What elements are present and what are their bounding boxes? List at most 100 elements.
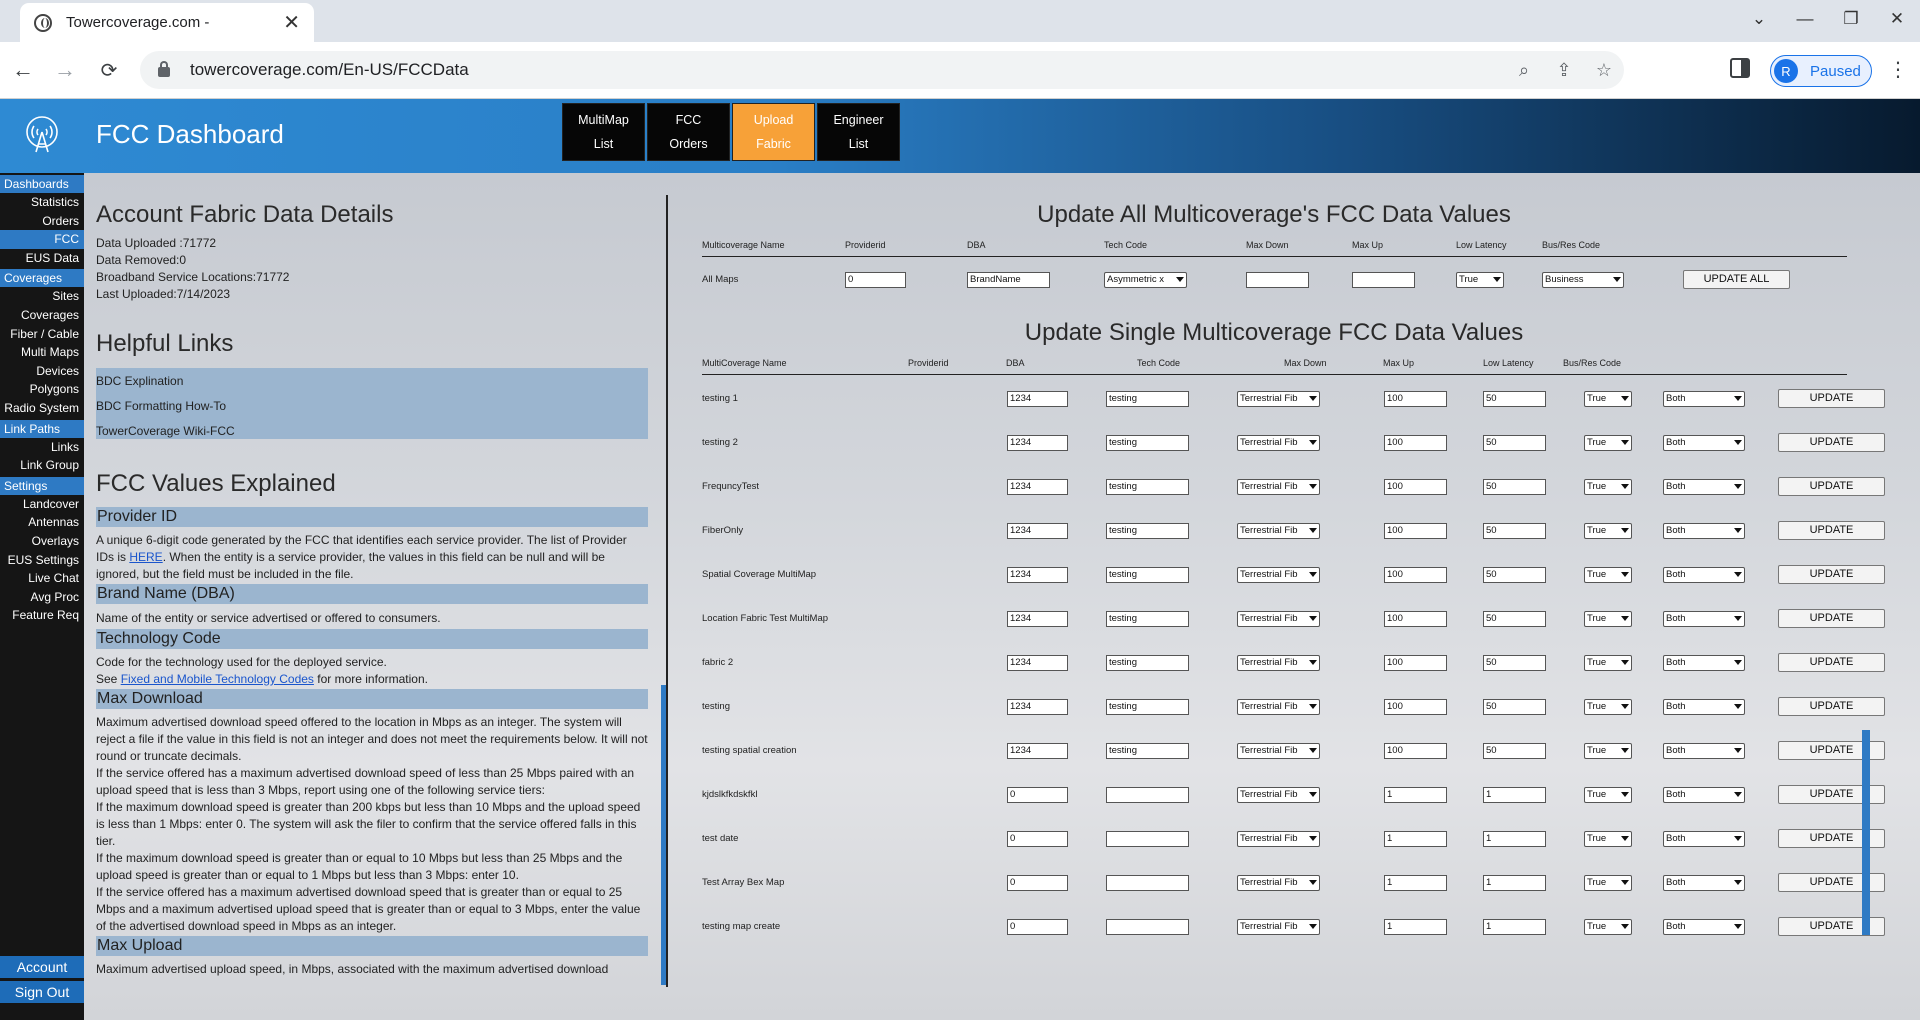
tab-upload-fabric[interactable]: Upload Fabric — [732, 103, 815, 161]
sidebar-item-link-group[interactable]: Link Group — [0, 456, 84, 475]
max-up-input[interactable]: 1 — [1483, 787, 1546, 803]
tech-code-select[interactable]: Terrestrial Fib — [1237, 831, 1320, 847]
tab-multimap-list[interactable]: MultiMap List — [562, 103, 645, 161]
bus-res-select[interactable]: Both — [1663, 875, 1745, 891]
sidebar-item-antennas[interactable]: Antennas — [0, 513, 84, 532]
max-down-input[interactable]: 1 — [1384, 787, 1447, 803]
dba-input[interactable]: testing — [1106, 743, 1189, 759]
tech-code-select[interactable]: Terrestrial Fib — [1237, 919, 1320, 935]
max-up-input[interactable]: 50 — [1483, 655, 1546, 671]
bus-res-select[interactable]: Both — [1663, 743, 1745, 759]
max-down-input[interactable]: 1 — [1384, 919, 1447, 935]
minimize-icon[interactable]: — — [1782, 0, 1828, 38]
tech-code-select[interactable]: Terrestrial Fib — [1237, 655, 1320, 671]
sidebar-item-radio-system[interactable]: Radio System — [0, 399, 84, 418]
link-bdc-formatting[interactable]: BDC Formatting How-To — [96, 399, 226, 413]
tech-code-select[interactable]: Terrestrial Fib — [1237, 435, 1320, 451]
update-all-button[interactable]: UPDATE ALL — [1683, 270, 1790, 289]
low-latency-select[interactable]: True — [1584, 479, 1632, 495]
sidebar-item-live-chat[interactable]: Live Chat — [0, 569, 84, 588]
providerid-input[interactable]: 1234 — [1007, 699, 1068, 715]
tech-code-select[interactable]: Terrestrial Fib — [1237, 567, 1320, 583]
browser-tab[interactable]: Towercoverage.com - ✕ — [20, 3, 314, 42]
dba-input[interactable] — [1106, 919, 1189, 935]
max-down-input[interactable]: 100 — [1384, 611, 1447, 627]
sidebar-item-eus-settings[interactable]: EUS Settings — [0, 551, 84, 570]
provider-id-here-link[interactable]: HERE — [129, 550, 162, 564]
max-down-input[interactable]: 100 — [1384, 743, 1447, 759]
low-latency-select[interactable]: True — [1584, 611, 1632, 627]
forward-arrow-icon[interactable]: → — [50, 55, 80, 85]
sidebar-item-orders[interactable]: Orders — [0, 212, 84, 231]
sidebar-item-devices[interactable]: Devices — [0, 362, 84, 381]
max-down-input[interactable]: 100 — [1384, 567, 1447, 583]
max-up-input[interactable]: 1 — [1483, 875, 1546, 891]
sign-out-button[interactable]: Sign Out — [0, 981, 84, 1003]
sidebar-section-link-paths[interactable]: Link Paths — [0, 419, 84, 438]
all-providerid-input[interactable]: 0 — [845, 272, 906, 288]
providerid-input[interactable]: 1234 — [1007, 435, 1068, 451]
account-button[interactable]: Account — [0, 956, 84, 978]
providerid-input[interactable]: 1234 — [1007, 611, 1068, 627]
bookmark-star-icon[interactable]: ☆ — [1584, 51, 1624, 89]
tech-code-select[interactable]: Terrestrial Fib — [1237, 787, 1320, 803]
bus-res-select[interactable]: Both — [1663, 435, 1745, 451]
providerid-input[interactable]: 1234 — [1007, 479, 1068, 495]
sidebar-item-avg-proc[interactable]: Avg Proc — [0, 588, 84, 607]
max-up-input[interactable]: 50 — [1483, 699, 1546, 715]
bus-res-select[interactable]: Both — [1663, 523, 1745, 539]
max-up-input[interactable]: 1 — [1483, 919, 1546, 935]
sidebar-item-eus-data[interactable]: EUS Data — [0, 249, 84, 268]
max-down-input[interactable]: 100 — [1384, 479, 1447, 495]
max-up-input[interactable]: 50 — [1483, 743, 1546, 759]
close-window-icon[interactable]: ✕ — [1874, 0, 1920, 38]
tech-code-select[interactable]: Terrestrial Fib — [1237, 391, 1320, 407]
max-down-input[interactable]: 100 — [1384, 655, 1447, 671]
all-dba-input[interactable]: BrandName — [967, 272, 1050, 288]
tech-code-select[interactable]: Terrestrial Fib — [1237, 875, 1320, 891]
sidebar-item-landcover[interactable]: Landcover — [0, 495, 84, 514]
sidebar-section-settings[interactable]: Settings — [0, 476, 84, 495]
all-tech-code-select[interactable]: Asymmetric x — [1104, 272, 1187, 288]
sidebar-item-coverages[interactable]: Coverages — [0, 306, 84, 325]
sidebar-item-statistics[interactable]: Statistics — [0, 193, 84, 212]
dba-input[interactable]: testing — [1106, 479, 1189, 495]
providerid-input[interactable]: 0 — [1007, 831, 1068, 847]
low-latency-select[interactable]: True — [1584, 831, 1632, 847]
bus-res-select[interactable]: Both — [1663, 655, 1745, 671]
dba-input[interactable]: testing — [1106, 435, 1189, 451]
dba-input[interactable]: testing — [1106, 699, 1189, 715]
share-icon[interactable]: ⇪ — [1544, 51, 1584, 89]
tech-code-select[interactable]: Terrestrial Fib — [1237, 479, 1320, 495]
all-bus-res-select[interactable]: Business — [1542, 272, 1624, 288]
tech-code-select[interactable]: Terrestrial Fib — [1237, 523, 1320, 539]
dba-input[interactable]: testing — [1106, 611, 1189, 627]
sidebar-section-coverages[interactable]: Coverages — [0, 269, 84, 288]
tech-code-select[interactable]: Terrestrial Fib — [1237, 743, 1320, 759]
low-latency-select[interactable]: True — [1584, 435, 1632, 451]
all-max-down-input[interactable] — [1246, 272, 1309, 288]
providerid-input[interactable]: 0 — [1007, 875, 1068, 891]
restore-icon[interactable]: ❐ — [1828, 0, 1874, 38]
zoom-icon[interactable]: ⌕ — [1504, 51, 1544, 89]
max-down-input[interactable]: 100 — [1384, 523, 1447, 539]
providerid-input[interactable]: 1234 — [1007, 743, 1068, 759]
sidebar-item-feature-req[interactable]: Feature Req — [0, 606, 84, 625]
max-down-input[interactable]: 100 — [1384, 699, 1447, 715]
right-panel-scrollbar[interactable] — [1862, 195, 1870, 935]
dba-input[interactable]: testing — [1106, 523, 1189, 539]
sidebar-item-links[interactable]: Links — [0, 438, 84, 457]
dba-input[interactable] — [1106, 831, 1189, 847]
max-up-input[interactable]: 50 — [1483, 479, 1546, 495]
sidebar-item-overlays[interactable]: Overlays — [0, 532, 84, 551]
low-latency-select[interactable]: True — [1584, 523, 1632, 539]
fabric-details-panel[interactable]: Account Fabric Data Details Data Uploade… — [84, 195, 668, 985]
max-down-input[interactable]: 1 — [1384, 831, 1447, 847]
max-up-input[interactable]: 50 — [1483, 567, 1546, 583]
back-arrow-icon[interactable]: ← — [8, 55, 38, 85]
tab-search-icon[interactable]: ⌄ — [1736, 0, 1782, 38]
tab-engineer-list[interactable]: Engineer List — [817, 103, 900, 161]
bus-res-select[interactable]: Both — [1663, 699, 1745, 715]
link-bdc-explanation[interactable]: BDC Explination — [96, 374, 183, 388]
low-latency-select[interactable]: True — [1584, 875, 1632, 891]
